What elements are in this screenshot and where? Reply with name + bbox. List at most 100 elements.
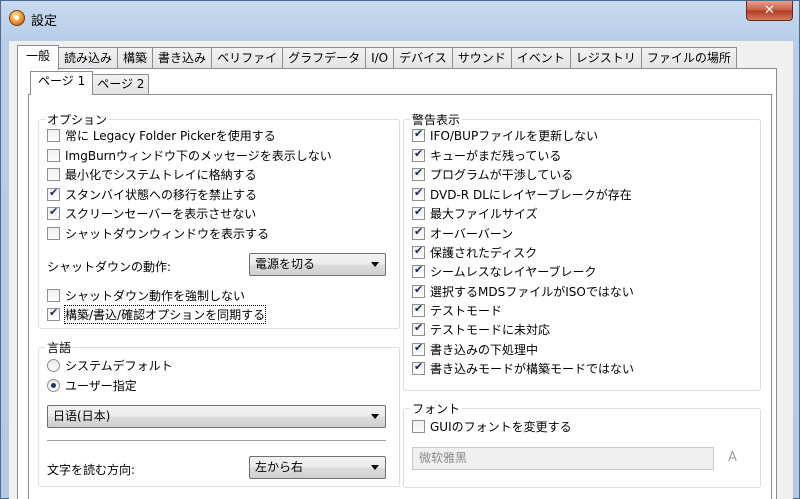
- checkbox-label: スタンバイ状態への移行を禁止する: [65, 187, 258, 202]
- chevron-down-icon: [371, 465, 379, 470]
- warn-program-interfering-checkbox[interactable]: プログラムが干渉している: [412, 165, 573, 183]
- warn-mds-not-iso-checkbox[interactable]: 選択するMDSファイルがISOではない: [412, 282, 634, 300]
- warn-dvd-r-dl-layer-break-checkbox[interactable]: DVD-R DLにレイヤーブレークが存在: [412, 185, 632, 203]
- checkbox-box[interactable]: [47, 148, 60, 162]
- warn-test-mode-checkbox[interactable]: テストモード: [412, 301, 502, 319]
- dialog-client-area: 一般 読み込み 構築 書き込み ベリファイ グラフデータ I/O デバイス サウ…: [9, 41, 793, 499]
- font-group-title: フォント: [410, 400, 463, 417]
- checkbox-box[interactable]: [47, 288, 60, 302]
- tab-sounds[interactable]: サウンド: [452, 47, 512, 69]
- tab-events[interactable]: イベント: [511, 47, 571, 69]
- checkbox-label: IFO/BUPファイルを更新しない: [430, 128, 599, 143]
- title-bar: 設定 ✕: [1, 1, 799, 35]
- shutdown-action-label: シャットダウンの動作:: [47, 260, 172, 274]
- tab-file-locations[interactable]: ファイルの場所: [641, 47, 737, 69]
- checkbox-box[interactable]: [412, 127, 425, 142]
- checkbox-label: スクリーンセーバーを表示させない: [65, 206, 257, 221]
- tab-registry[interactable]: レジストリ: [570, 47, 642, 69]
- checkbox-box[interactable]: [47, 205, 60, 220]
- checkbox-box[interactable]: [412, 225, 425, 240]
- divider: [47, 440, 386, 442]
- warn-protected-disc-checkbox[interactable]: 保護されたディスク: [412, 243, 537, 261]
- page-1-panel: オプション 常に Legacy Folder Pickerを使用する ImgBu…: [28, 94, 772, 499]
- checkbox-box[interactable]: [412, 263, 425, 278]
- tab-page-2[interactable]: ページ 2: [93, 74, 150, 94]
- tab-read[interactable]: 読み込み: [59, 47, 119, 69]
- checkbox-label: シームレスなレイヤーブレーク: [430, 264, 597, 279]
- checkbox-box[interactable]: [47, 186, 60, 201]
- imgburn-app-icon: [9, 10, 25, 26]
- checkbox-label: シャットダウン動作を強制しない: [65, 288, 246, 303]
- warn-test-mode-unsupported-checkbox[interactable]: テストモードに未対応: [412, 320, 550, 338]
- warn-max-file-size-checkbox[interactable]: 最大ファイルサイズ: [412, 204, 538, 222]
- checkbox-label: GUIのフォントを変更する: [430, 419, 572, 434]
- radio-button[interactable]: [47, 378, 60, 392]
- system-default-radio[interactable]: システムデフォルト: [47, 356, 173, 374]
- dropdown-value: 日语(日本): [53, 409, 111, 423]
- change-gui-font-checkbox[interactable]: GUIのフォントを変更する: [412, 417, 572, 435]
- user-specified-radio[interactable]: ユーザー指定: [47, 376, 137, 394]
- checkbox-box[interactable]: [412, 186, 425, 201]
- reading-direction-dropdown[interactable]: 左から右: [249, 456, 386, 479]
- radio-label: システムデフォルト: [65, 358, 173, 373]
- checkbox-box[interactable]: [412, 283, 425, 298]
- tab-devices[interactable]: デバイス: [394, 47, 453, 69]
- checkbox-label: キューがまだ残っている: [430, 148, 562, 163]
- checkbox-box[interactable]: [47, 167, 60, 181]
- checkbox-box[interactable]: [47, 226, 60, 240]
- checkbox-box[interactable]: [412, 360, 425, 375]
- checkbox-label: プログラムが干渉している: [430, 167, 574, 182]
- checkbox-box[interactable]: [412, 244, 425, 259]
- checkbox-label: 書き込みモードが構築モードではない: [430, 361, 635, 376]
- checkbox-box[interactable]: [412, 419, 425, 433]
- warn-overburn-checkbox[interactable]: オーバーバーン: [412, 224, 513, 242]
- tab-page-1[interactable]: ページ 1: [30, 71, 94, 95]
- main-tab-strip: 一般 読み込み 構築 書き込み ベリファイ グラフデータ I/O デバイス サウ…: [17, 45, 737, 70]
- legacy-folder-picker-checkbox[interactable]: 常に Legacy Folder Pickerを使用する: [47, 126, 276, 144]
- tab-graph-data[interactable]: グラフデータ: [283, 47, 367, 69]
- language-dropdown[interactable]: 日语(日本): [47, 405, 386, 428]
- checkbox-box[interactable]: [412, 321, 425, 336]
- radio-label: ユーザー指定: [65, 378, 137, 393]
- checkbox-box[interactable]: [412, 147, 425, 162]
- checkbox-label: DVD-R DLにレイヤーブレークが存在: [430, 187, 632, 202]
- font-name-field[interactable]: 微软雅黑: [412, 447, 714, 470]
- font-group: フォント GUIのフォントを変更する 微软雅黑 A: [403, 400, 761, 488]
- checkbox-label: 構築/書込/確認オプションを同期する: [63, 304, 267, 324]
- shutdown-action-dropdown[interactable]: 電源を切る: [249, 253, 386, 276]
- minimize-to-tray-checkbox[interactable]: 最小化でシステムトレイに格納する: [47, 165, 257, 183]
- options-group: オプション 常に Legacy Folder Pickerを使用する ImgBu…: [38, 111, 400, 329]
- sync-options-checkbox[interactable]: 構築/書込/確認オプションを同期する: [47, 304, 267, 324]
- warn-write-preprocessing-checkbox[interactable]: 書き込みの下処理中: [412, 340, 538, 358]
- disable-screensaver-checkbox[interactable]: スクリーンセーバーを表示させない: [47, 204, 256, 222]
- warnings-group: 警告表示 IFO/BUPファイルを更新しない キューがまだ残っている プログラム…: [403, 111, 761, 391]
- sub-tab-strip: ページ 1 ページ 2: [30, 71, 150, 95]
- dont-force-shutdown-checkbox[interactable]: シャットダウン動作を強制しない: [47, 286, 245, 304]
- close-button[interactable]: ✕: [746, 1, 793, 21]
- tab-io[interactable]: I/O: [366, 47, 395, 69]
- checkbox-label: テストモードに未対応: [430, 322, 551, 337]
- checkbox-box[interactable]: [412, 341, 425, 356]
- show-shutdown-window-checkbox[interactable]: シャットダウンウィンドウを表示する: [47, 224, 269, 242]
- chevron-down-icon: [371, 414, 379, 419]
- font-picker-icon[interactable]: A: [728, 450, 737, 465]
- prevent-standby-checkbox[interactable]: スタンバイ状態への移行を禁止する: [47, 185, 257, 203]
- hide-status-messages-checkbox[interactable]: ImgBurnウィンドウ下のメッセージを表示しない: [47, 146, 332, 164]
- radio-button[interactable]: [47, 358, 60, 372]
- checkbox-label: 常に Legacy Folder Pickerを使用する: [65, 128, 276, 143]
- warn-write-mode-not-build-checkbox[interactable]: 書き込みモードが構築モードではない: [412, 359, 634, 377]
- warn-seamless-layer-break-checkbox[interactable]: シームレスなレイヤーブレーク: [412, 262, 597, 280]
- tab-general[interactable]: 一般: [17, 45, 60, 70]
- tab-write[interactable]: 書き込み: [153, 47, 213, 69]
- checkbox-box[interactable]: [47, 128, 60, 142]
- checkbox-box[interactable]: [412, 166, 425, 181]
- checkbox-box[interactable]: [412, 302, 425, 317]
- dropdown-value: 左から右: [255, 460, 304, 474]
- checkbox-label: オーバーバーン: [430, 226, 514, 241]
- tab-verify[interactable]: ベリファイ: [212, 47, 284, 69]
- tab-build[interactable]: 構築: [118, 47, 154, 69]
- checkbox-box[interactable]: [47, 306, 60, 321]
- checkbox-box[interactable]: [412, 205, 425, 220]
- warn-ifo-bup-checkbox[interactable]: IFO/BUPファイルを更新しない: [412, 126, 598, 144]
- warn-queue-remaining-checkbox[interactable]: キューがまだ残っている: [412, 146, 561, 164]
